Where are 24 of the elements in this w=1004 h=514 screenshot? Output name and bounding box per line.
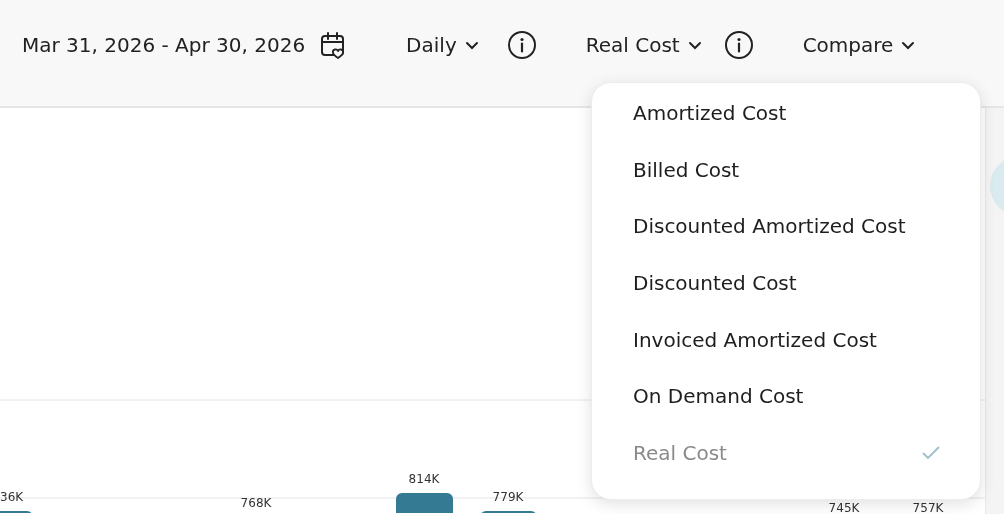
- value-label: 757K: [912, 501, 944, 513]
- compare-dropdown[interactable]: Compare: [802, 33, 916, 57]
- value-label: 779K: [492, 490, 524, 504]
- info-icon: [506, 30, 537, 60]
- menu-item[interactable]: Amortized Cost: [592, 85, 980, 142]
- value-label: 745K: [828, 501, 860, 513]
- menu-item[interactable]: On Demand Cost: [592, 367, 980, 425]
- menu-item[interactable]: Discounted Cost: [592, 254, 980, 312]
- value-label: 36K: [0, 490, 24, 504]
- granularity-dropdown[interactable]: Daily: [406, 33, 479, 57]
- info-icon: [723, 30, 754, 60]
- menu-item[interactable]: Billed Cost: [592, 141, 980, 199]
- menu-item[interactable]: Invoiced Amortized Cost: [592, 311, 980, 368]
- value-label: 814K: [408, 472, 440, 486]
- check-icon: [922, 445, 940, 460]
- cost-type-dropdown[interactable]: Real Cost: [585, 33, 702, 57]
- chevron-down-icon: [464, 40, 479, 50]
- value-label: 768K: [240, 496, 272, 510]
- info-button[interactable]: [723, 30, 754, 60]
- menu-item[interactable]: Discounted Amortized Cost: [592, 198, 980, 255]
- info-button[interactable]: [506, 30, 537, 60]
- chevron-down-icon: [901, 40, 916, 50]
- chevron-down-icon: [687, 40, 702, 50]
- date-range: Mar 31, 2026 - Apr 30, 2026: [22, 33, 306, 57]
